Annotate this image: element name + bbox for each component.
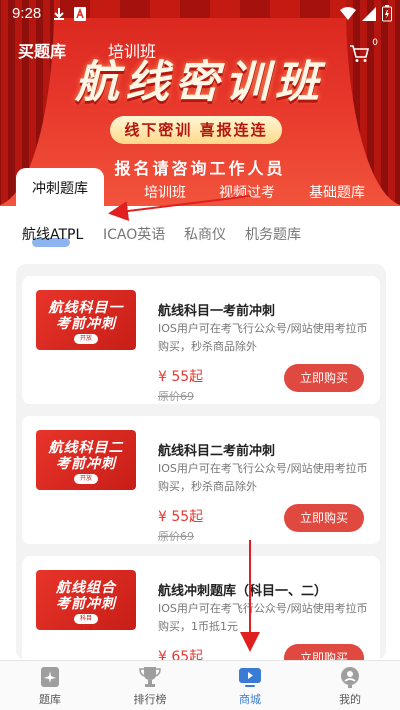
nav-label: 我的 bbox=[339, 693, 361, 706]
nav-item-profile[interactable]: 我的 bbox=[300, 661, 400, 710]
product-title: 航线冲刺题库（科目一、二） bbox=[158, 584, 328, 599]
nav-label: 商城 bbox=[239, 693, 261, 706]
category-tab-basic[interactable]: 基础题库 bbox=[302, 182, 372, 210]
product-price: ¥ 55起 bbox=[158, 509, 204, 525]
category-tabs: 冲刺题库 培训班 视频过考 基础题库 bbox=[0, 168, 400, 210]
top-tabs: 买题库 培训班 bbox=[0, 38, 400, 68]
product-description: IOS用户可在考飞行公众号/网站使用考拉币购买，秒杀商品除外 bbox=[158, 462, 368, 493]
sub-tab-icao[interactable]: ICAO英语 bbox=[103, 224, 165, 244]
wifi-icon bbox=[340, 7, 356, 20]
status-bar: 9:28 bbox=[0, 0, 400, 28]
sub-tab-maintenance[interactable]: 机务题库 bbox=[245, 224, 301, 244]
product-thumbnail: 航线组合 考前冲刺 科目1+2 bbox=[36, 570, 136, 630]
nav-item-leaderboard[interactable]: 排行榜 bbox=[100, 661, 200, 710]
nav-label: 题库 bbox=[39, 693, 61, 706]
download-icon bbox=[54, 8, 64, 20]
product-thumbnail: 航线科目二 考前冲刺 开放 bbox=[36, 430, 136, 490]
cart-badge: 0 bbox=[372, 38, 378, 48]
buy-now-button[interactable]: 立即购买 bbox=[284, 364, 364, 392]
product-original-price: 原价69 bbox=[158, 390, 194, 403]
product-description: IOS用户可在考飞行公众号/网站使用考拉币购买，秒杀商品除外 bbox=[158, 322, 368, 353]
hero-subtitle: 线下密训 喜报连连 bbox=[110, 116, 282, 144]
notification-a-icon bbox=[74, 7, 86, 21]
status-time: 9:28 bbox=[12, 5, 42, 22]
sub-tab-atpl[interactable]: 航线ATPL bbox=[22, 224, 83, 244]
trophy-icon bbox=[139, 667, 161, 687]
product-thumbnail: 航线科目一 考前冲刺 开放 bbox=[36, 290, 136, 350]
product-title: 航线科目一考前冲刺 bbox=[158, 304, 276, 319]
category-tab-sprint[interactable]: 冲刺题库 bbox=[16, 168, 104, 210]
category-tab-video[interactable]: 视频过考 bbox=[212, 182, 282, 210]
user-icon bbox=[341, 667, 359, 688]
product-price: ¥ 55起 bbox=[158, 369, 204, 385]
nav-item-store[interactable]: 商城 bbox=[200, 661, 300, 710]
sub-tabs: 航线ATPL ICAO英语 私商仪 机务题库 bbox=[0, 224, 400, 252]
tab-buy-question-bank[interactable]: 买题库 bbox=[18, 38, 66, 62]
cart-icon[interactable] bbox=[348, 42, 370, 64]
product-title: 航线科目二考前冲刺 bbox=[158, 444, 276, 459]
buy-now-button[interactable]: 立即购买 bbox=[284, 644, 364, 660]
tab-training-class[interactable]: 培训班 bbox=[108, 38, 156, 62]
product-card[interactable]: 航线科目二 考前冲刺 开放 航线科目二考前冲刺 IOS用户可在考飞行公众号/网站使… bbox=[22, 416, 380, 544]
product-card[interactable]: 航线科目一 考前冲刺 开放 航线科目一考前冲刺 IOS用户可在考飞行公众号/网站使… bbox=[22, 276, 380, 404]
product-list[interactable]: 航线科目一 考前冲刺 开放 航线科目一考前冲刺 IOS用户可在考飞行公众号/网站使… bbox=[16, 264, 386, 660]
signal-icon bbox=[362, 7, 376, 21]
buy-now-button[interactable]: 立即购买 bbox=[284, 504, 364, 532]
product-original-price: 原价69 bbox=[158, 530, 194, 543]
plane-book-icon bbox=[41, 667, 59, 687]
nav-label: 排行榜 bbox=[133, 693, 167, 706]
sub-tab-private-commercial[interactable]: 私商仪 bbox=[184, 224, 226, 244]
play-screen-icon bbox=[239, 668, 261, 687]
product-card[interactable]: 航线组合 考前冲刺 科目1+2 航线冲刺题库（科目一、二） IOS用户可在考飞行公… bbox=[22, 556, 380, 660]
product-description: IOS用户可在考飞行公众号/网站使用考拉币购买，1币抵1元 bbox=[158, 602, 368, 633]
battery-icon bbox=[382, 5, 392, 22]
bottom-nav: 题库 排行榜 商城 我的 bbox=[0, 660, 400, 710]
category-tab-training[interactable]: 培训班 bbox=[130, 182, 200, 210]
product-price: ¥ 65起 bbox=[158, 649, 204, 660]
nav-item-question-bank[interactable]: 题库 bbox=[0, 661, 100, 710]
